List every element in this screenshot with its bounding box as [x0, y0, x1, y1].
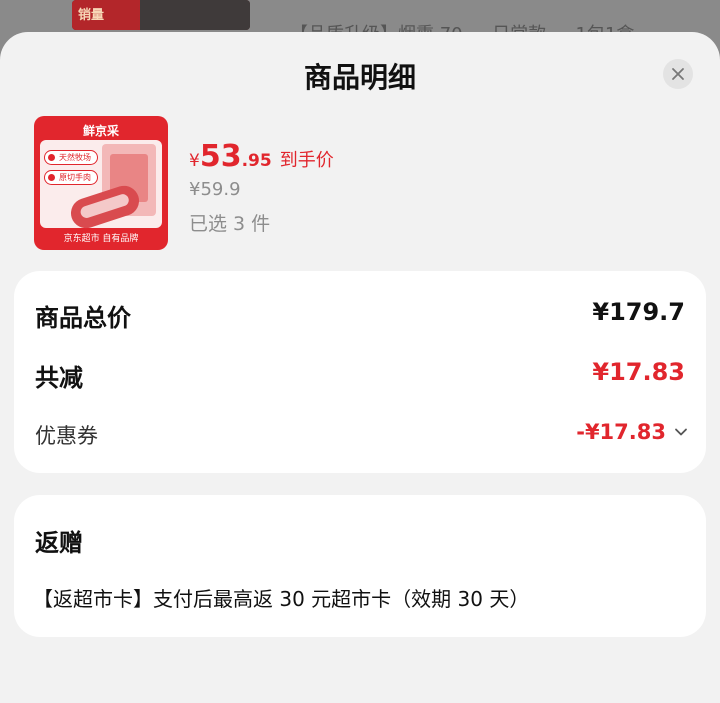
- close-icon: [672, 68, 684, 80]
- rebate-title: 返赠: [35, 529, 83, 557]
- total-price-label: 商品总价: [35, 304, 131, 332]
- product-detail-sheet: 商品明细 鲜京采 天然牧场 原切手肉 京东超市 自有品牌 ¥53.95 到手价 ¥…: [0, 32, 720, 703]
- price-label: 到手价: [279, 150, 334, 171]
- price-symbol: ¥: [189, 151, 200, 171]
- rebate-card: 返赠 【返超市卡】支付后最高返 30 元超市卡（效期 30 天）: [14, 495, 706, 637]
- final-price: ¥53.95 到手价: [189, 139, 334, 174]
- coupon-value: -¥17.83: [576, 420, 666, 444]
- close-button[interactable]: [663, 59, 693, 89]
- background-thumb-text: 销量: [78, 8, 105, 23]
- coupon-row-toggle[interactable]: -¥17.83: [576, 420, 688, 444]
- total-price-value: ¥179.7: [592, 298, 685, 326]
- chevron-down-icon: [675, 428, 687, 436]
- original-price: ¥59.9: [189, 179, 241, 200]
- thumb-tag: 原切手肉: [44, 170, 98, 185]
- rebate-text: 【返超市卡】支付后最高返 30 元超市卡（效期 30 天）: [33, 587, 530, 611]
- price-integer: 53: [199, 139, 242, 174]
- thumb-footer: 京东超市 自有品牌: [63, 234, 139, 244]
- thumb-panel: 天然牧场 原切手肉: [40, 140, 162, 233]
- reduction-value: ¥17.83: [592, 358, 685, 386]
- price-decimal: .95: [241, 151, 272, 171]
- thumb-brand: 鲜京采: [82, 124, 119, 138]
- coupon-label: 优惠券: [35, 424, 98, 448]
- product-thumbnail[interactable]: 鲜京采 天然牧场 原切手肉 京东超市 自有品牌: [34, 116, 168, 250]
- reduction-label: 共减: [35, 364, 83, 392]
- price-summary-card: 商品总价 ¥179.7 共减 ¥17.83 优惠券 -¥17.83: [14, 271, 706, 473]
- background-product-thumbnail: 销量: [72, 0, 250, 30]
- sheet-title: 商品明细: [303, 61, 416, 94]
- thumb-tag: 天然牧场: [44, 150, 98, 165]
- selected-count: 已选 3 件: [189, 213, 271, 235]
